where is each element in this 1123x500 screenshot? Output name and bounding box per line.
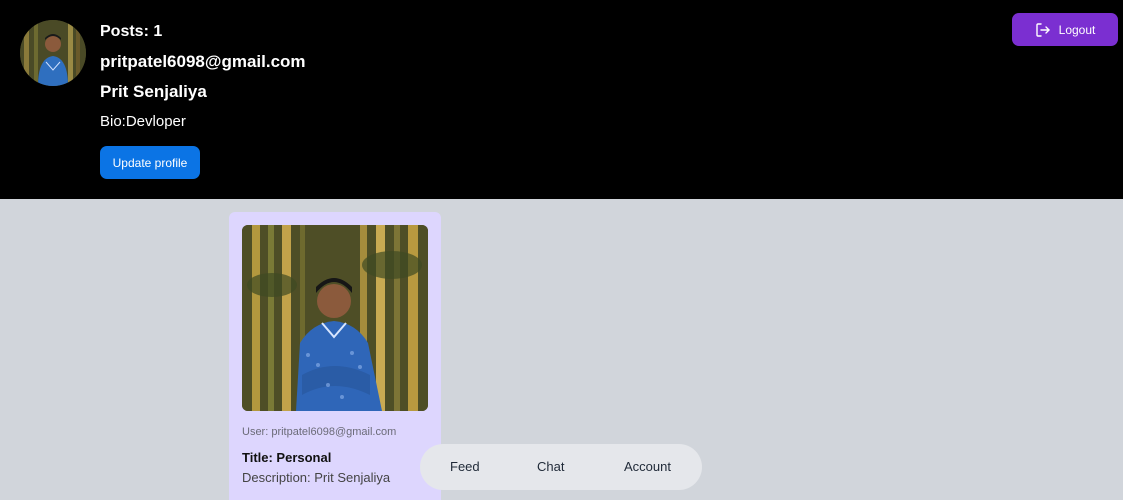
profile-bio: Bio:Devloper: [100, 113, 186, 130]
profile-header: Posts: 1 pritpatel6098@gmail.com Prit Se…: [0, 0, 1123, 199]
update-profile-button[interactable]: Update profile: [100, 146, 200, 179]
profile-page: Posts: 1 pritpatel6098@gmail.com Prit Se…: [0, 0, 1123, 500]
nav-chat[interactable]: Chat: [537, 459, 564, 474]
post-photo: [242, 225, 428, 411]
logout-label: Logout: [1058, 22, 1096, 37]
post-description: Description: Prit Senjaliya: [242, 470, 391, 485]
profile-email: pritpatel6098@gmail.com: [100, 52, 306, 71]
posts-count: Posts: 1: [100, 23, 163, 40]
avatar: [20, 20, 86, 86]
logout-button[interactable]: Logout: [1012, 13, 1118, 46]
profile-info: Posts: 1 pritpatel6098@gmail.com Prit Se…: [100, 22, 306, 130]
avatar-photo: [20, 20, 86, 86]
post-user: User: pritpatel6098@gmail.com: [242, 426, 397, 438]
post-card[interactable]: User: pritpatel6098@gmail.com Title: Per…: [229, 212, 441, 500]
logout-icon: [1035, 22, 1050, 37]
nav-account[interactable]: Account: [624, 459, 671, 474]
profile-name: Prit Senjaliya: [100, 82, 207, 101]
post-image: [242, 225, 428, 411]
post-title: Title: Personal: [242, 450, 332, 465]
bottom-nav: Feed Chat Account: [420, 444, 702, 490]
nav-feed[interactable]: Feed: [450, 459, 480, 474]
